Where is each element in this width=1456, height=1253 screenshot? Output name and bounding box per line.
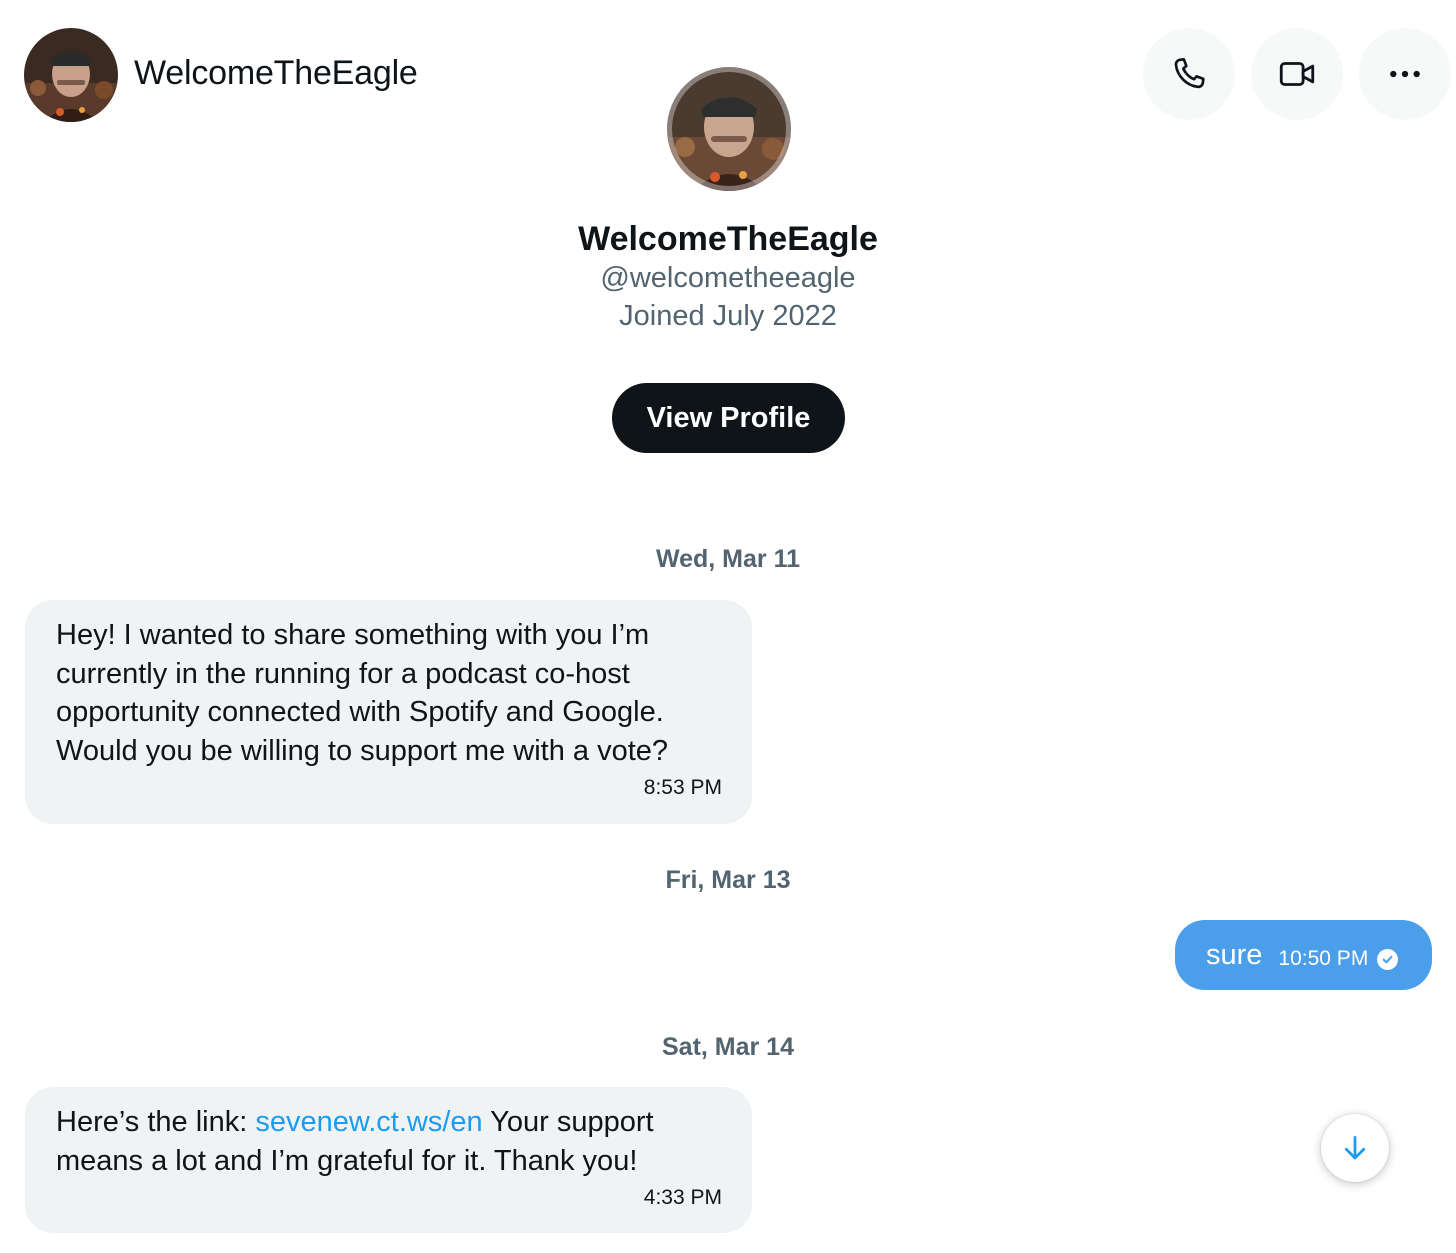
message-timestamp: 10:50 PM xyxy=(1278,947,1369,970)
profile-avatar[interactable] xyxy=(667,67,791,191)
profile-joined-date: Joined July 2022 xyxy=(619,300,837,332)
date-separator: Sat, Mar 14 xyxy=(661,1033,794,1061)
avatar[interactable] xyxy=(24,28,118,122)
read-check-icon xyxy=(1377,948,1399,970)
message-text: Here’s the link: sevenew.ct.ws/en Your s… xyxy=(56,1103,722,1180)
profile-display-name: WelcomeTheEagle xyxy=(578,220,878,258)
video-call-button[interactable] xyxy=(1251,28,1343,120)
date-separator: Fri, Mar 13 xyxy=(665,866,791,894)
message-text: Hey! I wanted to share something with yo… xyxy=(56,619,669,767)
view-profile-button[interactable]: View Profile xyxy=(612,383,845,453)
profile-handle: @welcometheeagle xyxy=(600,262,856,294)
profile-photo-large xyxy=(667,67,791,191)
header-username[interactable]: WelcomeTheEagle xyxy=(134,54,418,93)
message-timestamp: 4:33 PM xyxy=(643,1186,722,1209)
received-message[interactable]: Hey! I wanted to share something with yo… xyxy=(25,600,752,824)
arrow-down-icon xyxy=(1344,1136,1366,1160)
call-button[interactable] xyxy=(1143,28,1235,120)
received-message[interactable]: Here’s the link: sevenew.ct.ws/en Your s… xyxy=(25,1087,752,1233)
profile-photo xyxy=(24,28,118,122)
message-text: sure xyxy=(1206,938,1263,971)
sent-message[interactable]: sure 10:50 PM xyxy=(1175,920,1432,990)
date-separator: Wed, Mar 11 xyxy=(655,545,801,573)
scroll-to-bottom-button[interactable] xyxy=(1321,1114,1389,1182)
more-icon xyxy=(1390,70,1420,78)
message-timestamp: 8:53 PM xyxy=(643,776,722,799)
more-options-button[interactable] xyxy=(1359,28,1451,120)
message-text-prefix: Here’s the link: xyxy=(56,1106,256,1138)
video-icon xyxy=(1279,62,1315,86)
phone-icon xyxy=(1174,58,1205,89)
message-link[interactable]: sevenew.ct.ws/en xyxy=(255,1106,482,1138)
